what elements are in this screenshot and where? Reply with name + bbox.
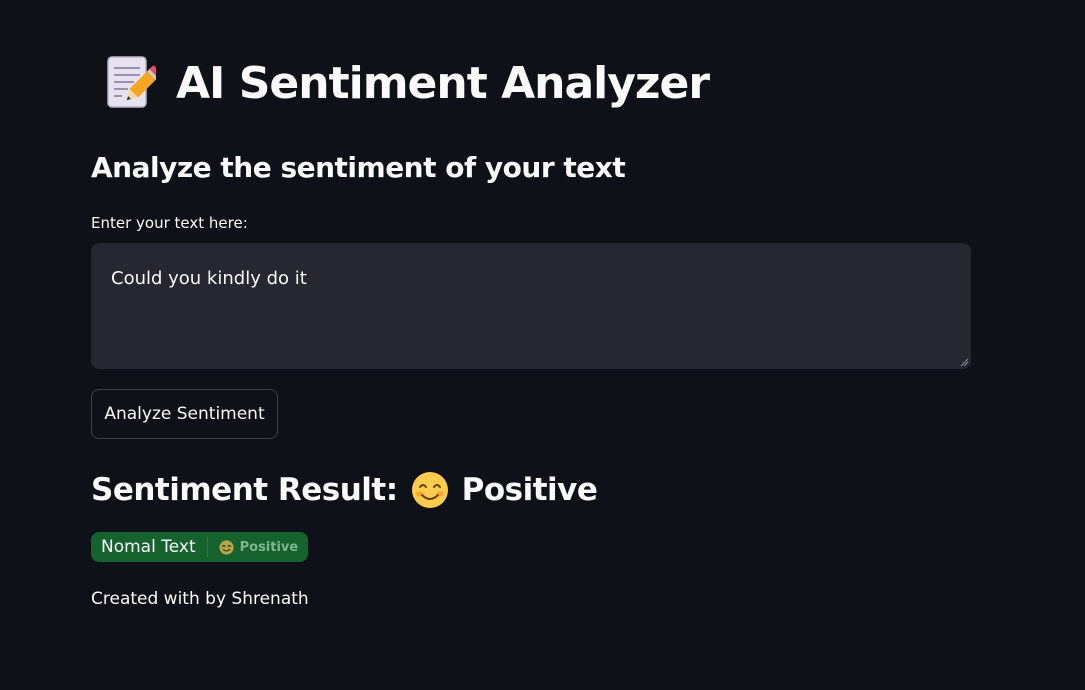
smiling-face-icon	[411, 472, 448, 508]
footer-credit: Created with by Shrenath	[91, 589, 309, 609]
subheader: Analyze the sentiment of your text	[91, 151, 626, 184]
sentiment-result: Sentiment Result: Positive	[91, 468, 598, 512]
result-prefix: Sentiment Result:	[91, 472, 398, 508]
text-input-label: Enter your text here:	[91, 214, 248, 232]
analyze-sentiment-button[interactable]: Analyze Sentiment	[91, 389, 278, 439]
page-title: AI Sentiment Analyzer	[104, 54, 710, 114]
text-input-area[interactable]: Could you kindly do it	[91, 243, 971, 369]
result-sentiment: Positive	[461, 472, 598, 508]
memo-icon	[107, 56, 156, 108]
badge-value: Positive	[219, 539, 299, 555]
resize-handle-icon[interactable]	[959, 357, 969, 367]
page-title-text: AI Sentiment Analyzer	[176, 58, 710, 109]
badge-divider	[206, 537, 208, 557]
badge-label: Nomal Text	[101, 537, 196, 557]
sentiment-badge: Nomal Text Positive	[91, 532, 309, 562]
app-page: AI Sentiment Analyzer Analyze the sentim…	[0, 0, 1085, 690]
smiling-face-icon	[219, 539, 234, 555]
text-input-value[interactable]: Could you kindly do it	[111, 267, 307, 291]
badge-value-text: Positive	[239, 539, 299, 555]
